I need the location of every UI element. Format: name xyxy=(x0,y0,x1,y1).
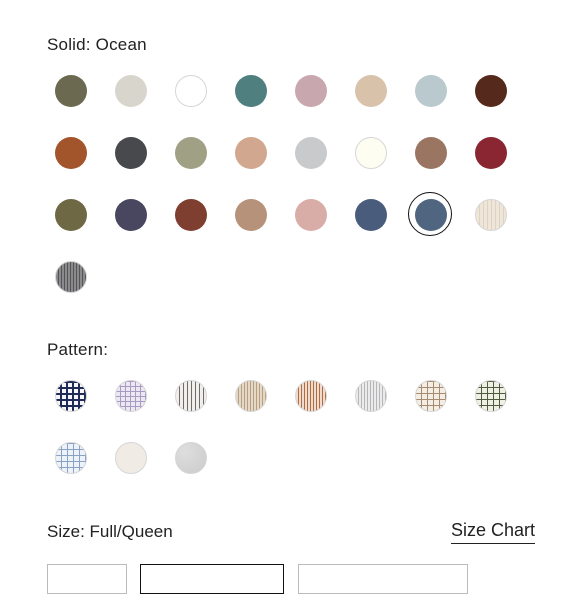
pattern-swatch-lavender-plaid[interactable] xyxy=(115,380,147,412)
size-option-button[interactable] xyxy=(47,564,127,594)
solid-swatch-cell xyxy=(227,75,287,107)
solid-swatch-cell xyxy=(467,137,527,169)
solid-swatch-cell xyxy=(347,137,407,169)
solid-swatch-wine[interactable] xyxy=(475,137,507,169)
solid-swatch-rose[interactable] xyxy=(295,75,327,107)
size-option-button-selected[interactable] xyxy=(140,564,284,594)
pattern-swatch-cell xyxy=(107,442,167,474)
solid-swatch-moss[interactable] xyxy=(55,199,87,231)
size-option-button[interactable] xyxy=(298,564,468,594)
solid-swatch-cell xyxy=(407,75,467,107)
solid-swatch-cell xyxy=(167,137,227,169)
pattern-swatch-olive-grid[interactable] xyxy=(475,380,507,412)
solid-swatch-sage[interactable] xyxy=(175,137,207,169)
solid-swatch-cell xyxy=(107,199,167,231)
solid-swatch-cell xyxy=(47,137,107,169)
size-label: Size: Full/Queen xyxy=(47,522,173,542)
pattern-swatch-cell xyxy=(227,380,287,412)
pattern-swatch-grey-pinstripe[interactable] xyxy=(175,380,207,412)
solid-swatch-teal[interactable] xyxy=(235,75,267,107)
pattern-label: Pattern: xyxy=(47,340,109,359)
pattern-swatch-cell xyxy=(467,380,527,412)
solid-swatch-mocha[interactable] xyxy=(415,137,447,169)
solid-swatch-cell xyxy=(347,199,407,231)
solid-swatch-cell xyxy=(227,137,287,169)
solid-swatch-mist[interactable] xyxy=(415,75,447,107)
solid-swatch-cell xyxy=(47,261,107,293)
pattern-swatch-navy-plaid[interactable] xyxy=(55,380,87,412)
solid-swatch-cell xyxy=(107,137,167,169)
pattern-swatch-tan-grid[interactable] xyxy=(415,380,447,412)
solid-swatch-rust[interactable] xyxy=(55,137,87,169)
pattern-swatch-cell xyxy=(167,380,227,412)
solid-swatch-sand[interactable] xyxy=(355,75,387,107)
pattern-swatch-grid xyxy=(47,380,527,474)
solid-swatch-tan[interactable] xyxy=(235,199,267,231)
solid-swatch-navy[interactable] xyxy=(115,199,147,231)
solid-swatch-cell xyxy=(227,199,287,231)
pattern-swatch-cell xyxy=(407,380,467,412)
solid-swatch-cell xyxy=(107,75,167,107)
solid-swatch-grid xyxy=(47,75,527,293)
solid-swatch-cell xyxy=(47,75,107,107)
pattern-swatch-cell xyxy=(167,442,227,474)
solid-swatch-cell xyxy=(167,75,227,107)
solid-swatch-ocean[interactable] xyxy=(408,192,452,236)
pattern-swatch-blue-grid[interactable] xyxy=(55,442,87,474)
pattern-swatch-cell xyxy=(47,442,107,474)
pattern-swatch-linen[interactable] xyxy=(115,442,147,474)
solid-swatch-blush[interactable] xyxy=(295,199,327,231)
solid-swatch-cell xyxy=(347,75,407,107)
pattern-swatch-heather[interactable] xyxy=(175,442,207,474)
pattern-swatch-cell xyxy=(107,380,167,412)
size-chart-link[interactable]: Size Chart xyxy=(450,520,535,544)
solid-swatch-cell xyxy=(287,199,347,231)
solid-label-prefix: Solid: xyxy=(47,35,91,54)
solid-swatch-cell xyxy=(407,192,467,236)
solid-swatch-cell xyxy=(467,75,527,107)
solid-swatch-charcoal[interactable] xyxy=(115,137,147,169)
pattern-swatch-cell xyxy=(347,380,407,412)
solid-swatch-stone[interactable] xyxy=(115,75,147,107)
size-selected-value: Full/Queen xyxy=(89,522,173,541)
solid-swatch-silver[interactable] xyxy=(295,137,327,169)
size-label-prefix: Size: xyxy=(47,522,85,541)
solid-swatch-cream-stripe[interactable] xyxy=(475,199,507,231)
pattern-swatch-rust-stripe[interactable] xyxy=(295,380,327,412)
solid-swatch-cell xyxy=(287,75,347,107)
solid-color-label: Solid: Ocean xyxy=(47,35,147,55)
solid-swatch-olive[interactable] xyxy=(55,75,87,107)
solid-swatch-cell xyxy=(407,137,467,169)
pattern-swatch-sand-stripe[interactable] xyxy=(235,380,267,412)
solid-selected-name: Ocean xyxy=(95,35,147,54)
solid-swatch-cell xyxy=(167,199,227,231)
solid-swatch-chocolate[interactable] xyxy=(475,75,507,107)
pattern-swatch-cell xyxy=(287,380,347,412)
solid-swatch-brick[interactable] xyxy=(175,199,207,231)
solid-swatch-denim[interactable] xyxy=(355,199,387,231)
solid-swatch-grey-stripe[interactable] xyxy=(55,261,87,293)
pattern-swatch-silver-stripe[interactable] xyxy=(355,380,387,412)
pattern-swatch-cell xyxy=(47,380,107,412)
solid-swatch-white[interactable] xyxy=(175,75,207,107)
solid-swatch-clay[interactable] xyxy=(235,137,267,169)
size-row: Size: Full/Queen Size Chart xyxy=(47,518,535,546)
solid-swatch-cell xyxy=(47,199,107,231)
solid-swatch-cell xyxy=(287,137,347,169)
solid-swatch-cell xyxy=(467,199,527,231)
solid-swatch-ivory[interactable] xyxy=(355,137,387,169)
